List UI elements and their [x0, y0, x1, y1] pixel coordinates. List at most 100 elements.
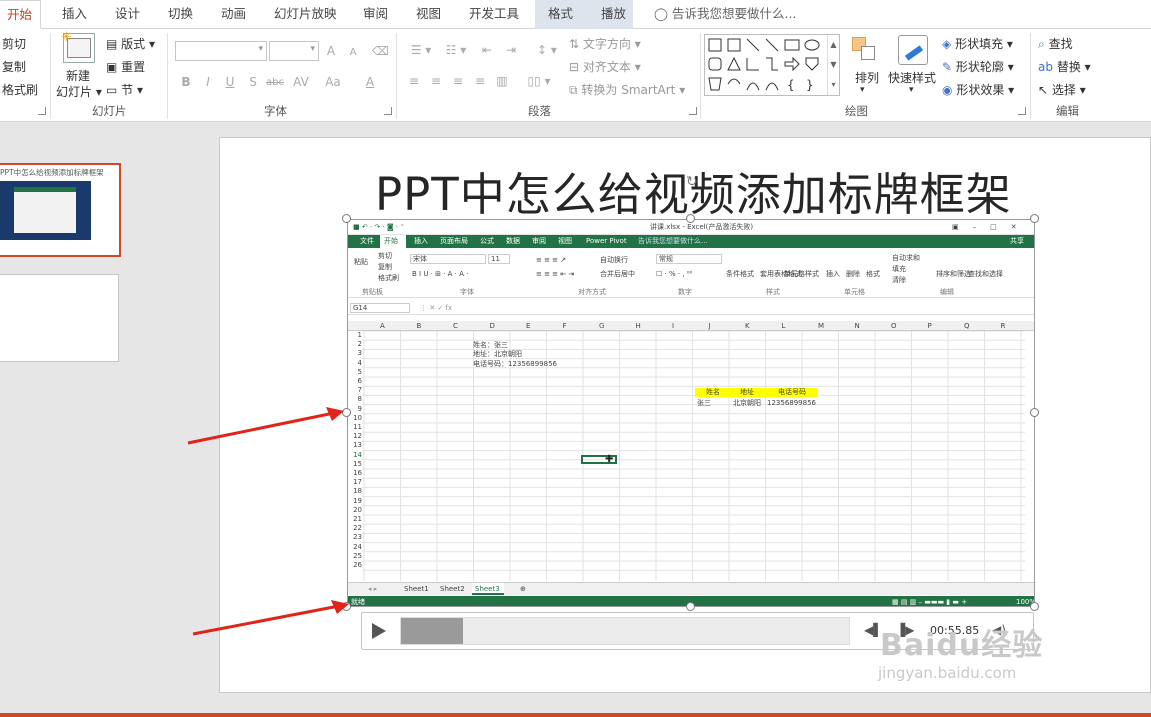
line-spacing-icon[interactable]: ↕ ▾	[534, 42, 560, 58]
excel-sheet-nav-icon: ◂ ▸	[368, 585, 378, 593]
tab-home[interactable]: 开始	[0, 0, 42, 29]
excel-header-addr: 地址	[740, 388, 754, 396]
tell-me-box[interactable]: ◯ 告诉我您想要做什么...	[654, 5, 796, 25]
tab-transitions[interactable]: 切换	[168, 5, 193, 25]
tab-animations[interactable]: 动画	[221, 5, 246, 25]
tab-view[interactable]: 视图	[416, 5, 441, 25]
tab-playback[interactable]: 播放	[601, 5, 626, 25]
font-name-combobox[interactable]: ▾	[175, 41, 267, 61]
excel-grid	[362, 331, 1025, 581]
svg-text:{: {	[787, 78, 795, 92]
play-icon[interactable]	[372, 623, 386, 639]
clear-format-icon[interactable]: ⌫	[372, 43, 389, 59]
excel-row-header: 15	[353, 459, 362, 468]
font-launcher-icon[interactable]	[384, 107, 392, 115]
rotate-handle-icon[interactable]: ↻	[686, 174, 698, 190]
replace-button[interactable]: ab 替换 ▾	[1038, 58, 1091, 75]
align-left-icon[interactable]: ≡	[405, 73, 423, 89]
excel-tab-home: 开始	[384, 237, 398, 245]
arrange-icon	[852, 37, 878, 63]
tab-developer[interactable]: 开发工具	[469, 5, 519, 25]
seek-bar[interactable]	[400, 617, 850, 645]
excel-group-cells: 单元格	[844, 288, 865, 296]
justify-icon[interactable]: ≡	[471, 73, 489, 89]
slide-title[interactable]: PPT中怎么给视频添加标牌框架	[375, 158, 1012, 223]
underline-button[interactable]: U	[224, 74, 236, 90]
excel-view-icons: ▦ ▤ ▥ – ▬▬▬ ▮ ▬ +	[892, 598, 968, 606]
resize-handle-b[interactable]	[686, 602, 695, 611]
shapes-gallery[interactable]: {} ▲ ▼ ▾	[704, 34, 840, 96]
align-right-icon[interactable]: ≡	[449, 73, 467, 89]
italic-button[interactable]: I	[202, 74, 214, 90]
align-center-icon[interactable]: ≡	[427, 73, 445, 89]
char-spacing-button[interactable]: AV	[288, 74, 314, 90]
excel-row-header: 6	[357, 377, 362, 385]
tab-slideshow[interactable]: 幻灯片放映	[274, 5, 337, 25]
excel-window-controls: ▣–□✕	[952, 223, 1031, 231]
bullets-icon[interactable]: ☰ ▾	[405, 42, 437, 58]
font-size-combobox[interactable]: ▾	[269, 41, 319, 61]
excel-share: 共享	[1010, 237, 1024, 245]
tab-format[interactable]: 格式	[548, 5, 573, 25]
arrange-dropdown-icon[interactable]: ▾	[860, 85, 865, 95]
excel-painter: 格式刷	[378, 274, 399, 282]
align-text-button[interactable]: ⊟ 对齐文本 ▾	[569, 58, 641, 75]
quick-styles-dropdown-icon[interactable]: ▾	[909, 85, 914, 95]
paragraph-launcher-icon[interactable]	[689, 107, 697, 115]
copy-button[interactable]: 复制	[2, 58, 26, 75]
shrink-font-icon[interactable]: A	[346, 45, 360, 61]
shadow-button[interactable]: S	[247, 74, 259, 90]
excel-tab-review: 审阅	[532, 237, 546, 245]
arrange-button[interactable]: 排列	[855, 69, 879, 86]
excel-cell-d4: 电话号码：12356899856	[473, 360, 557, 368]
decrease-indent-icon[interactable]: ⇤	[478, 42, 496, 58]
smartart-button[interactable]: ⧉ 转换为 SmartArt ▾	[569, 81, 685, 98]
clipboard-launcher-icon[interactable]	[38, 107, 46, 115]
excel-size-box: 11	[488, 254, 510, 264]
excel-group-font: 字体	[460, 288, 474, 296]
tab-design[interactable]: 设计	[115, 5, 140, 25]
drawing-launcher-icon[interactable]	[1018, 107, 1026, 115]
change-case-button[interactable]: Aa	[320, 74, 346, 90]
shape-outline-button[interactable]: ✎ 形状轮廓 ▾	[942, 58, 1014, 75]
reset-button[interactable]: ▣ 重置	[106, 58, 145, 75]
resize-handle-tr[interactable]	[1030, 214, 1039, 223]
excel-col-header: P	[927, 322, 932, 330]
resize-handle-br[interactable]	[1030, 602, 1039, 611]
resize-handle-tl[interactable]	[342, 214, 351, 223]
select-button[interactable]: ↖ 选择 ▾	[1038, 81, 1086, 98]
tab-insert[interactable]: 插入	[62, 5, 87, 25]
distribute-icon[interactable]: ▥	[493, 73, 511, 89]
slide-thumbnail-2[interactable]	[0, 274, 119, 362]
section-icon: ▭	[106, 83, 118, 97]
excel-tell-me: 告诉我您想要做什么...	[638, 237, 708, 245]
new-slide-button[interactable]: 新建	[66, 67, 90, 84]
resize-handle-t[interactable]	[686, 214, 695, 223]
tab-review[interactable]: 审阅	[363, 5, 388, 25]
columns-icon[interactable]: ▯▯ ▾	[524, 73, 554, 89]
paint-bucket-icon: ◈	[942, 37, 952, 51]
new-slide-button-label[interactable]: 幻灯片 ▾	[56, 83, 102, 100]
layout-button[interactable]: ▤ 版式 ▾	[106, 35, 155, 52]
text-direction-button[interactable]: ⇅ 文字方向 ▾	[569, 35, 641, 52]
increase-indent-icon[interactable]: ⇥	[502, 42, 520, 58]
quick-styles-button[interactable]: 快速样式	[888, 69, 936, 86]
shape-fill-button[interactable]: ◈ 形状填充 ▾	[942, 35, 1013, 52]
strikethrough-button[interactable]: abc	[264, 75, 286, 91]
format-painter-button[interactable]: 格式刷	[2, 81, 38, 98]
group-separator	[1030, 33, 1031, 119]
cut-button[interactable]: 剪切	[2, 35, 26, 52]
numbering-icon[interactable]: ☷ ▾	[440, 42, 472, 58]
find-button[interactable]: ⌕ 查找	[1038, 35, 1073, 52]
bold-button[interactable]: B	[180, 74, 192, 90]
resize-handle-r[interactable]	[1030, 408, 1039, 417]
slide-thumbnail-1[interactable]: PPT中怎么给视频添加标牌框架	[0, 163, 121, 257]
video-frame[interactable]: ■ ↶ · ↷ · ◙ · ⁼ 讲课.xlsx - Excel(产品激活失败) …	[347, 219, 1035, 607]
shape-effects-button[interactable]: ◉ 形状效果 ▾	[942, 81, 1014, 98]
grow-font-icon[interactable]: A	[324, 43, 338, 59]
excel-sort: 排序和筛选	[936, 270, 971, 278]
paragraph-group-label: 段落	[528, 104, 551, 118]
section-button[interactable]: ▭ 节 ▾	[106, 81, 143, 98]
excel-row-header: 3	[357, 349, 362, 358]
font-color-button[interactable]: A	[362, 74, 378, 90]
